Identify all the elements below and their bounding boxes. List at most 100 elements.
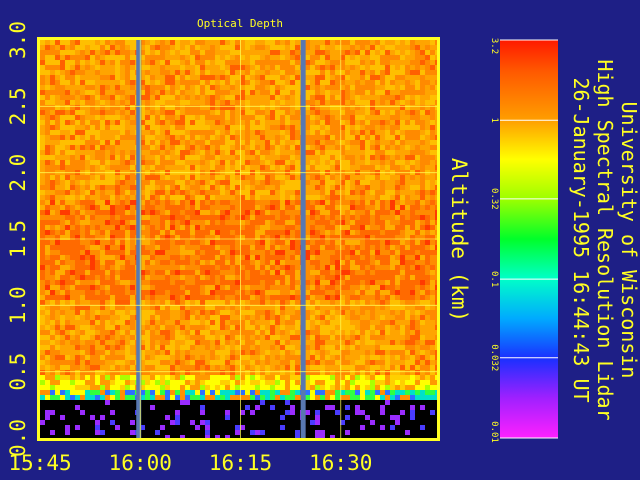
heatmap-cell (65, 175, 70, 180)
heatmap-cell (430, 285, 435, 290)
heatmap-cell (410, 320, 415, 325)
heatmap-cell (110, 215, 115, 220)
heatmap-cell (205, 100, 210, 105)
heatmap-cell (55, 200, 60, 205)
heatmap-cell (100, 245, 105, 250)
heatmap-cell (195, 70, 200, 75)
heatmap-cell (250, 185, 255, 190)
heatmap-cell (125, 40, 130, 45)
heatmap-cell (160, 100, 165, 105)
heatmap-cell (415, 160, 420, 165)
heatmap-cell (45, 70, 50, 75)
heatmap-cell (390, 280, 395, 285)
heatmap-cell (245, 155, 250, 160)
heatmap-cell (290, 120, 295, 125)
heatmap-cell (325, 135, 330, 140)
heatmap-cell (385, 65, 390, 70)
heatmap-cell (115, 270, 120, 275)
heatmap-cell (420, 340, 425, 345)
heatmap-cell (215, 65, 220, 70)
heatmap-cell (170, 130, 175, 135)
heatmap-cell (320, 50, 325, 55)
heatmap-cell (355, 80, 360, 85)
heatmap-cell (55, 275, 60, 280)
heatmap-cell (150, 230, 155, 235)
heatmap-cell (305, 150, 310, 155)
heatmap-cell (285, 85, 290, 90)
heatmap-cell (400, 280, 405, 285)
heatmap-cell (310, 155, 315, 160)
heatmap-cell (375, 40, 380, 45)
heatmap-cell (110, 185, 115, 190)
heatmap-cell (410, 215, 415, 220)
heatmap-cell (110, 115, 115, 120)
heatmap-cell (385, 225, 390, 230)
heatmap-cell (180, 150, 185, 155)
heatmap-cell (175, 60, 180, 65)
heatmap-cell (270, 115, 275, 120)
heatmap-cell (195, 65, 200, 70)
heatmap-cell (165, 75, 170, 80)
heatmap-cell (160, 120, 165, 125)
heatmap-cell (195, 180, 200, 185)
heatmap-cell (200, 320, 205, 325)
heatmap-cell (390, 260, 395, 265)
heatmap-cell (235, 135, 240, 140)
heatmap-cell (350, 45, 355, 50)
heatmap-cell (130, 105, 135, 110)
heatmap-cell (50, 310, 55, 315)
heatmap-cell (415, 185, 420, 190)
heatmap-cell (125, 145, 130, 150)
heatmap-cell (345, 105, 350, 110)
heatmap-cell (130, 40, 135, 45)
heatmap-cell (335, 275, 340, 280)
heatmap-cell (380, 330, 385, 335)
heatmap-cell (225, 215, 230, 220)
heatmap-cell (250, 310, 255, 315)
heatmap-cell (80, 195, 85, 200)
heatmap-cell (305, 155, 310, 160)
heatmap-cell (305, 220, 310, 225)
heatmap-cell (65, 310, 70, 315)
heatmap-cell (200, 350, 205, 355)
heatmap-cell (215, 225, 220, 230)
heatmap-cell (345, 65, 350, 70)
heatmap-cell (305, 215, 310, 220)
heatmap-cell (265, 130, 270, 135)
heatmap-cell (60, 350, 65, 355)
heatmap-cell (315, 260, 320, 265)
heatmap-cell (335, 210, 340, 215)
heatmap-cell (200, 140, 205, 145)
heatmap-cell (250, 125, 255, 130)
heatmap-cell (55, 85, 60, 90)
heatmap-cell (255, 145, 260, 150)
heatmap-cell (145, 155, 150, 160)
heatmap-cell (365, 250, 370, 255)
heatmap-cell (425, 130, 430, 135)
heatmap-cell (205, 45, 210, 50)
heatmap-cell (55, 290, 60, 295)
heatmap-cell (215, 285, 220, 290)
heatmap-cell (155, 125, 160, 130)
heatmap-cell (285, 255, 290, 260)
heatmap-cell (380, 145, 385, 150)
heatmap-cell (370, 150, 375, 155)
heatmap-cell (295, 55, 300, 60)
heatmap-cell (65, 40, 70, 45)
heatmap-cell (235, 50, 240, 55)
heatmap-cell (295, 145, 300, 150)
heatmap-cell (415, 105, 420, 110)
heatmap-cell (425, 125, 430, 130)
heatmap-cell (430, 140, 435, 145)
heatmap-cell (370, 90, 375, 95)
heatmap-cell (375, 330, 380, 335)
heatmap-cell (380, 240, 385, 245)
heatmap-cell (220, 75, 225, 80)
heatmap-cell (280, 180, 285, 185)
heatmap-cell (225, 315, 230, 320)
heatmap-cell (195, 190, 200, 195)
heatmap-cell (405, 75, 410, 80)
heatmap-cell (120, 50, 125, 55)
heatmap-cell (245, 125, 250, 130)
heatmap-cell (45, 210, 50, 215)
